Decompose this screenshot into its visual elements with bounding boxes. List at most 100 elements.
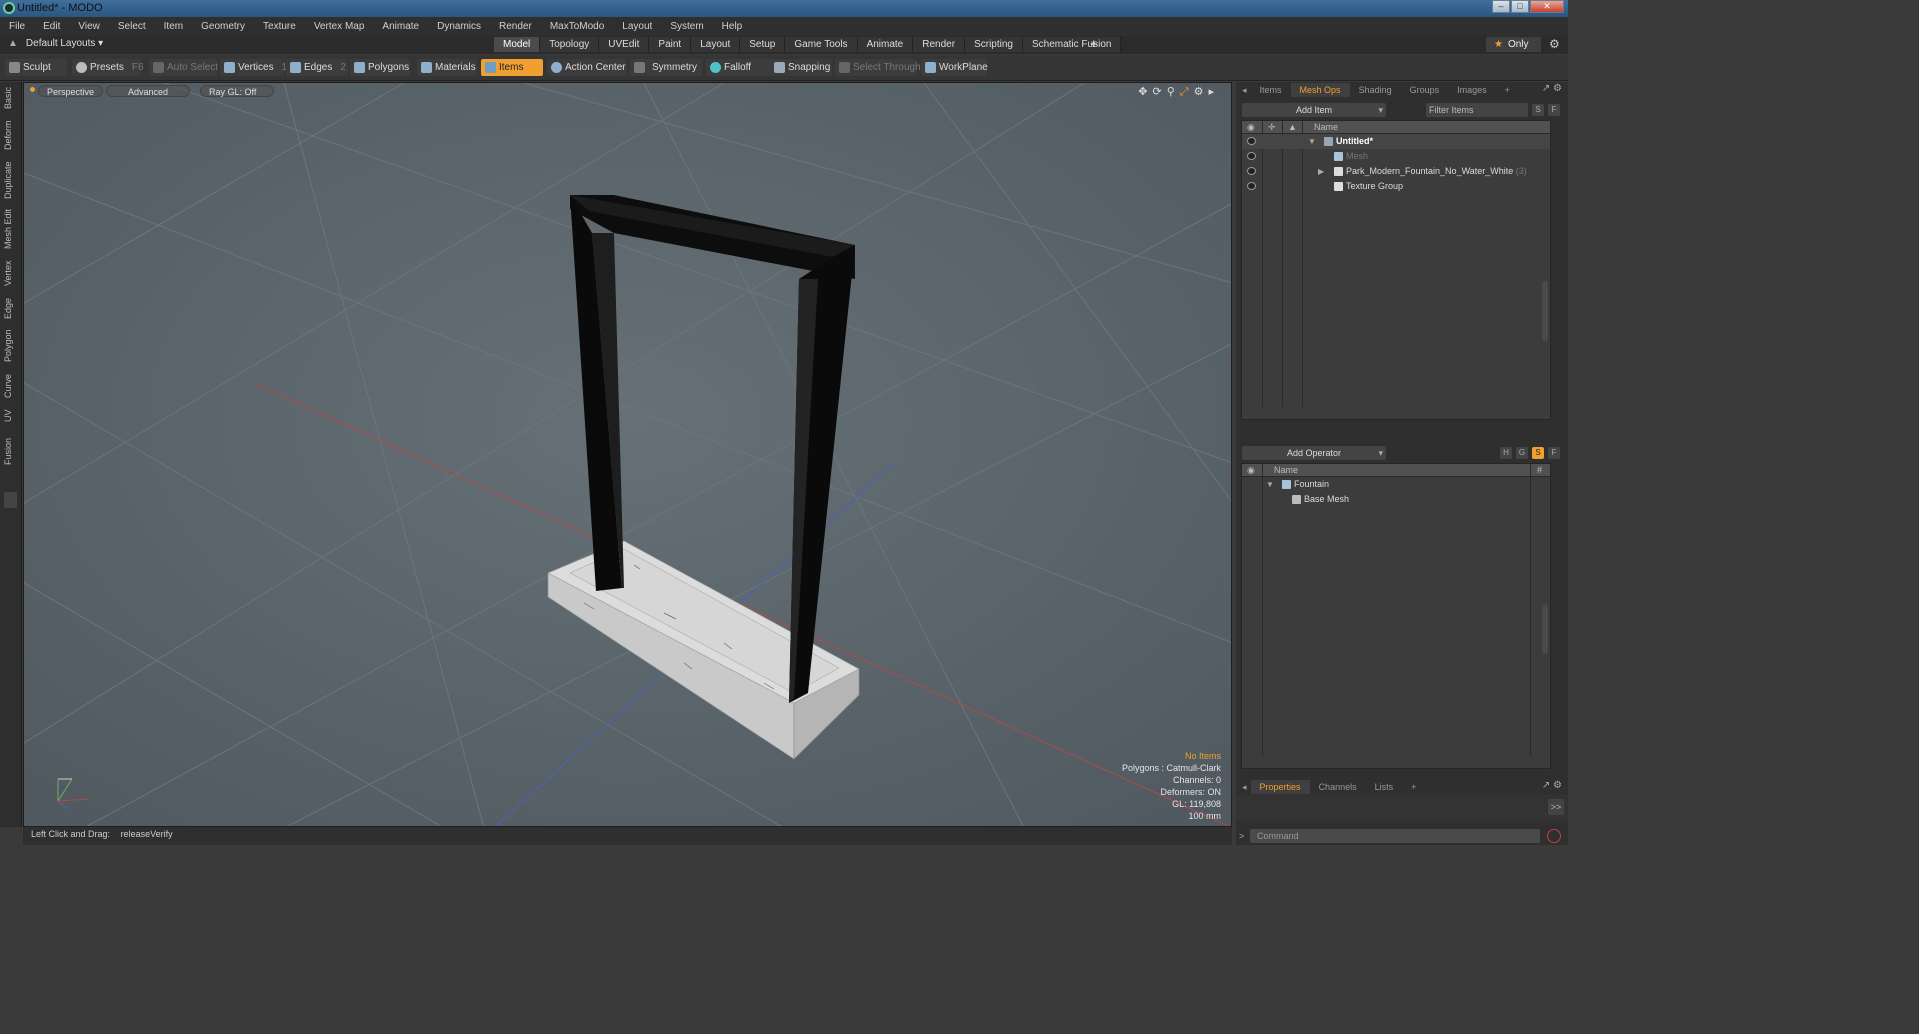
viewport-gear-icon[interactable]: ⚙ — [1194, 86, 1209, 98]
tab-groups[interactable]: Groups — [1401, 83, 1449, 97]
panel-options-icon[interactable]: ↗ ⚙ — [1542, 83, 1562, 94]
tab-topology[interactable]: Topology — [540, 37, 600, 52]
menu-maxtomodo[interactable]: MaxToModo — [541, 21, 613, 32]
operator-s-button[interactable]: S — [1532, 447, 1544, 459]
tab-model[interactable]: Model — [494, 37, 541, 52]
polygons-button[interactable]: Polygons — [350, 59, 410, 76]
tab-paint[interactable]: Paint — [649, 37, 692, 52]
left-tab-vertex[interactable]: Vertex — [3, 258, 18, 288]
item-row-untitled[interactable]: ▼ Untitled* — [1242, 134, 1550, 149]
menu-render[interactable]: Render — [490, 21, 541, 32]
tab-schematic-fusion[interactable]: Schematic Fusion — [1022, 37, 1122, 52]
menu-texture[interactable]: Texture — [254, 21, 305, 32]
expand-arrow-icon[interactable]: ▶ — [1318, 164, 1324, 179]
add-tab-button[interactable]: + — [1090, 36, 1098, 51]
vertices-button[interactable]: Vertices 1 — [220, 59, 287, 76]
symmetry-button[interactable]: Symmetry — [630, 59, 702, 76]
tab-properties[interactable]: Properties — [1250, 780, 1310, 794]
eye-icon[interactable] — [1247, 152, 1256, 160]
select-through-button[interactable]: Select Through — [835, 59, 921, 76]
filter-s-button[interactable]: S — [1532, 104, 1544, 116]
move-view-icon[interactable]: ✥ — [1138, 86, 1152, 98]
left-tab-fusion[interactable]: Fusion — [3, 434, 18, 468]
workplane-button[interactable]: WorkPlane — [921, 59, 988, 76]
left-tab-duplicate[interactable]: Duplicate — [3, 160, 18, 200]
eye-icon[interactable] — [1247, 137, 1256, 145]
menu-layout[interactable]: Layout — [613, 21, 661, 32]
tab-scripting[interactable]: Scripting — [965, 37, 1023, 52]
left-tab-deform[interactable]: Deform — [3, 118, 18, 152]
menu-view[interactable]: View — [69, 21, 109, 32]
sculpt-button[interactable]: Sculpt — [5, 59, 67, 76]
left-tab-curve[interactable]: Curve — [3, 372, 18, 400]
tab-game-tools[interactable]: Game Tools — [785, 37, 858, 52]
fit-view-icon[interactable]: ⤢ — [1180, 86, 1194, 98]
properties-options-icon[interactable]: ↗ ⚙ — [1542, 780, 1562, 791]
edges-button[interactable]: Edges 2 — [286, 59, 348, 76]
tab-layout[interactable]: Layout — [691, 37, 741, 52]
tab-lists[interactable]: Lists — [1366, 780, 1403, 794]
tab-setup[interactable]: Setup — [740, 37, 786, 52]
operator-row-base-mesh[interactable]: Base Mesh — [1242, 492, 1550, 507]
auto-select-button[interactable]: Auto Select — [149, 59, 218, 76]
raygl-button[interactable]: Ray GL: Off — [200, 85, 274, 97]
gear-icon[interactable]: ⚙ — [1549, 37, 1560, 51]
left-tab-uv[interactable]: UV — [3, 408, 18, 424]
menu-edit[interactable]: Edit — [34, 21, 69, 32]
add-properties-tab-button[interactable]: + — [1402, 780, 1425, 794]
rotate-view-icon[interactable]: ⟳ — [1153, 86, 1167, 98]
zoom-view-icon[interactable]: ⚲ — [1167, 86, 1180, 98]
tab-mesh-ops[interactable]: Mesh Ops — [1290, 83, 1350, 97]
command-input[interactable]: Command — [1250, 829, 1540, 843]
eye-icon[interactable] — [1247, 167, 1256, 175]
tab-images[interactable]: Images — [1448, 83, 1496, 97]
operator-list-scrollbar[interactable] — [1542, 604, 1548, 654]
item-row-park-modern-fountain[interactable]: ▶ Park_Modern_Fountain_No_Water_White (3… — [1242, 164, 1550, 179]
action-center-button[interactable]: Action Center — [547, 59, 627, 76]
left-panel-toggle[interactable] — [4, 492, 17, 508]
perspective-button[interactable]: Perspective — [38, 85, 104, 97]
left-tab-mesh-edit[interactable]: Mesh Edit — [3, 208, 18, 250]
item-row-texture-group[interactable]: Texture Group — [1242, 179, 1550, 194]
command-stop-icon[interactable] — [1547, 829, 1561, 843]
tab-items[interactable]: Items — [1251, 83, 1291, 97]
menu-help[interactable]: Help — [713, 21, 752, 32]
operator-h-button[interactable]: H — [1500, 447, 1512, 459]
menu-system[interactable]: System — [661, 21, 712, 32]
item-list-scrollbar[interactable] — [1542, 281, 1548, 341]
menu-animate[interactable]: Animate — [373, 21, 428, 32]
eye-icon[interactable] — [1247, 182, 1256, 190]
filter-f-button[interactable]: F — [1548, 104, 1560, 116]
minimize-button[interactable]: – — [1492, 0, 1510, 13]
snapping-button[interactable]: Snapping — [770, 59, 832, 76]
menu-dynamics[interactable]: Dynamics — [428, 21, 490, 32]
items-button[interactable]: Items — [481, 59, 543, 76]
only-toggle[interactable]: ★ Only — [1486, 37, 1541, 52]
menu-item[interactable]: Item — [155, 21, 192, 32]
tab-render[interactable]: Render — [913, 37, 966, 52]
close-button[interactable]: ✕ — [1530, 0, 1564, 13]
left-tab-basic[interactable]: Basic — [3, 86, 18, 110]
operator-row-fountain[interactable]: ▼ Fountain — [1242, 477, 1550, 492]
menu-file[interactable]: File — [0, 21, 34, 32]
operator-f-button[interactable]: F — [1548, 447, 1560, 459]
tab-channels[interactable]: Channels — [1310, 780, 1366, 794]
operator-g-button[interactable]: G — [1516, 447, 1528, 459]
add-panel-tab-button[interactable]: + — [1496, 83, 1519, 97]
collapse-arrow-icon[interactable]: ▼ — [1266, 477, 1274, 492]
layout-selector[interactable]: ▲ Default Layouts ▾ — [8, 38, 103, 49]
menu-vertex-map[interactable]: Vertex Map — [305, 21, 374, 32]
tab-animate[interactable]: Animate — [857, 37, 914, 52]
viewport-expand-icon[interactable]: ▸ — [1208, 86, 1219, 98]
menu-geometry[interactable]: Geometry — [192, 21, 254, 32]
add-operator-button[interactable]: Add Operator ▾ — [1242, 446, 1386, 460]
left-tab-edge[interactable]: Edge — [3, 296, 18, 320]
materials-button[interactable]: Materials — [417, 59, 477, 76]
panel-expand-icon[interactable]: ◂ — [1238, 780, 1251, 794]
panel-expand-icon[interactable]: ◂ — [1238, 83, 1251, 97]
expand-properties-button[interactable]: >> — [1548, 799, 1564, 815]
advanced-button[interactable]: Advanced — [106, 85, 190, 97]
add-item-button[interactable]: Add Item ▾ — [1242, 103, 1386, 117]
menu-select[interactable]: Select — [109, 21, 155, 32]
item-row-mesh[interactable]: Mesh — [1242, 149, 1550, 164]
